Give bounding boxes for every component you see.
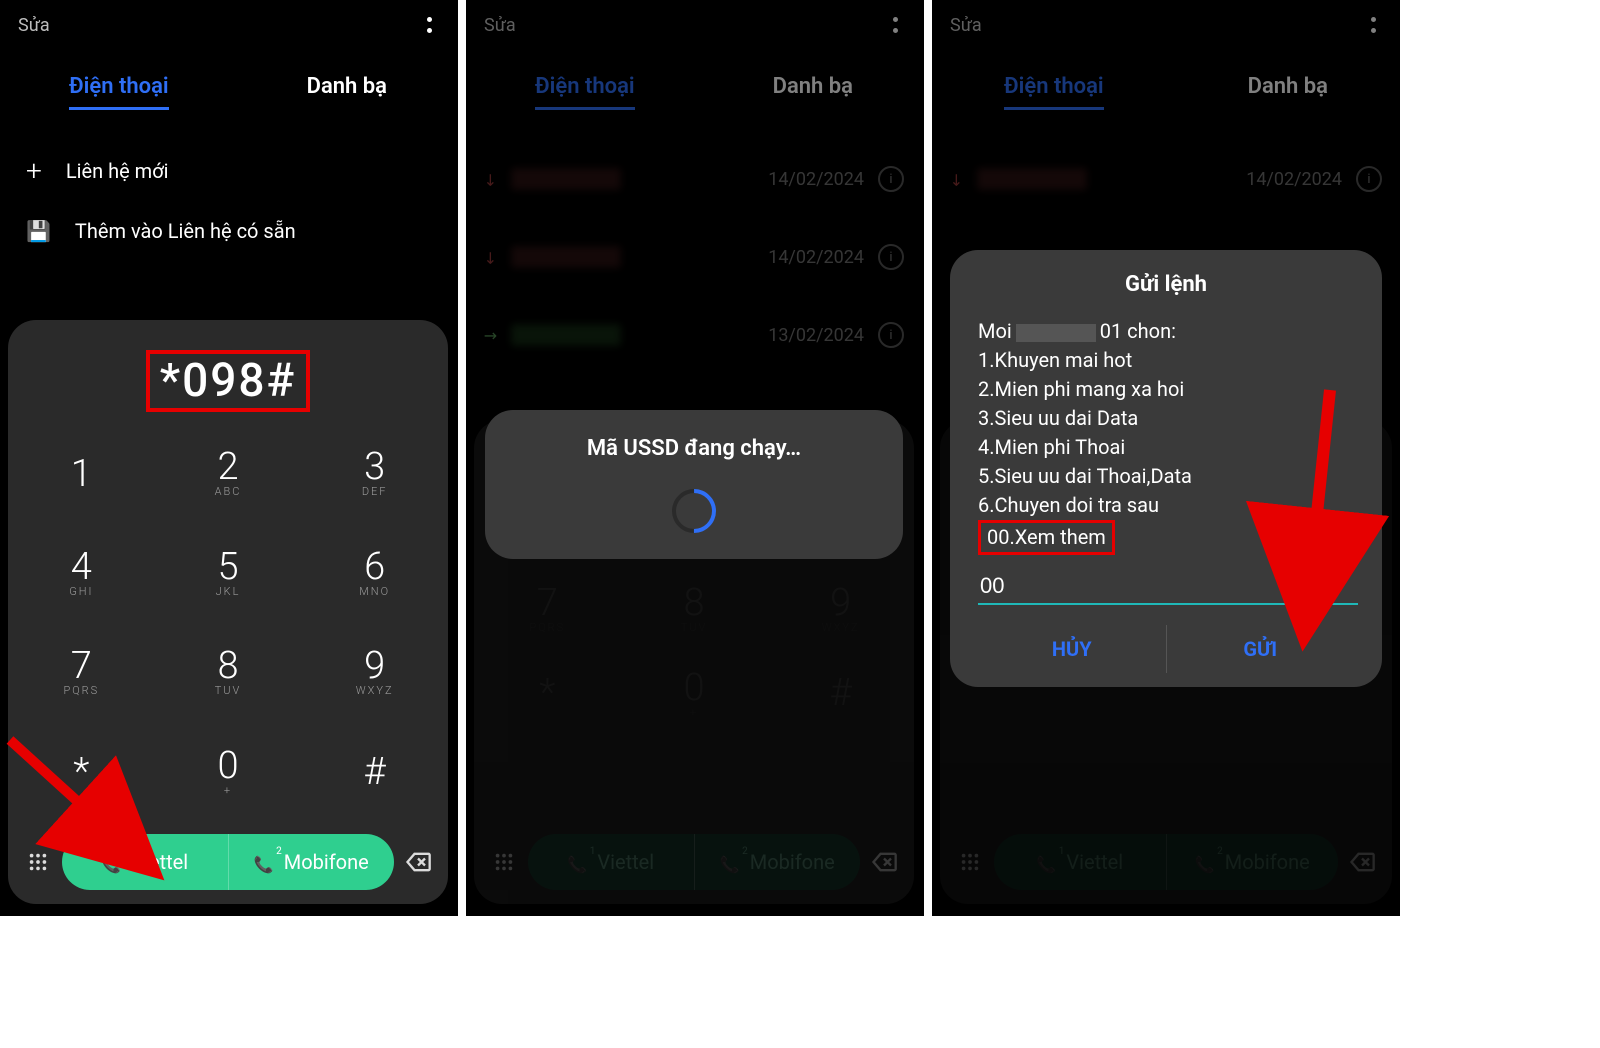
- more-icon[interactable]: [1364, 10, 1382, 40]
- call-log-row[interactable]: ↘ 14/02/2024 i: [946, 140, 1386, 218]
- call-date: 13/02/2024: [768, 325, 864, 346]
- dial-display: *098#: [8, 320, 448, 422]
- phone-screen-2: Sửa Điện thoại Danh bạ ↘ 14/02/2024 i ↘ 14/…: [466, 0, 922, 916]
- info-icon[interactable]: i: [878, 166, 904, 192]
- phone-screen-3: Sửa Điện thoại Danh bạ ↘14/02/2024i 7PQR…: [932, 0, 1400, 916]
- key-2[interactable]: 2ABC: [155, 422, 302, 522]
- new-contact-label: Liên hệ mới: [66, 159, 169, 183]
- contact-name-redacted: [977, 168, 1087, 190]
- key-6[interactable]: 6MNO: [301, 522, 448, 622]
- incoming-icon: ↘: [945, 168, 968, 191]
- tab-contacts[interactable]: Danh bạ: [773, 74, 853, 110]
- tab-phone[interactable]: Điện thoại: [69, 74, 169, 110]
- call-log-row[interactable]: ↗ 13/02/2024 i: [480, 296, 908, 374]
- call-log-row[interactable]: ↘ 14/02/2024 i: [480, 140, 908, 218]
- cancel-button[interactable]: HỦY: [978, 625, 1166, 673]
- plus-icon: [26, 154, 42, 187]
- ussd-option-highlight: 00.Xem them: [978, 520, 1115, 555]
- call-date: 14/02/2024: [768, 169, 864, 190]
- call-log: ↘ 14/02/2024 i ↘ 14/02/2024 i ↗ 13/02/2024 i: [466, 140, 922, 374]
- ussd-option: 1.Khuyen mai hot: [978, 346, 1354, 375]
- phone-icon: 2: [254, 851, 276, 873]
- ussd-running-dialog: Mã USSD đang chạy…: [485, 410, 903, 559]
- dialed-number: *098#: [146, 350, 311, 412]
- key-7[interactable]: 7PQRS: [8, 621, 155, 721]
- backspace-icon[interactable]: [400, 848, 436, 876]
- edit-link[interactable]: Sửa: [18, 15, 50, 36]
- spinner-icon: [663, 480, 725, 542]
- tab-contacts[interactable]: Danh bạ: [1248, 74, 1328, 110]
- more-icon[interactable]: [420, 10, 438, 40]
- new-contact-row[interactable]: Liên hệ mới: [18, 138, 438, 203]
- contact-name-redacted: [511, 324, 621, 346]
- annotation-arrow: [1270, 380, 1370, 614]
- info-icon[interactable]: i: [878, 322, 904, 348]
- call-log: ↘ 14/02/2024 i: [932, 140, 1400, 218]
- call-button-dimmed: 1Viettel 2Mobifone: [528, 834, 860, 890]
- annotation-arrow: [0, 720, 150, 884]
- key-3[interactable]: 3DEF: [301, 422, 448, 522]
- ussd-running-message: Mã USSD đang chạy…: [587, 436, 801, 461]
- more-icon[interactable]: [886, 10, 904, 40]
- sim2-call[interactable]: 2 Mobifone: [228, 834, 395, 890]
- outgoing-icon: ↗: [479, 324, 502, 347]
- info-icon[interactable]: i: [878, 244, 904, 270]
- save-icon: [26, 219, 51, 243]
- phone-number-redacted: [1016, 324, 1096, 342]
- key-0[interactable]: 0+: [155, 721, 302, 821]
- call-date: 14/02/2024: [1246, 169, 1342, 190]
- ussd-dialog-title: Gửi lệnh: [978, 272, 1354, 297]
- edit-link[interactable]: Sửa: [484, 15, 516, 36]
- tab-contacts[interactable]: Danh bạ: [307, 74, 387, 110]
- contact-name-redacted: [511, 168, 621, 190]
- incoming-icon: ↘: [479, 246, 502, 269]
- key-4[interactable]: 4GHI: [8, 522, 155, 622]
- call-date: 14/02/2024: [768, 247, 864, 268]
- key-5[interactable]: 5JKL: [155, 522, 302, 622]
- sim2-label: Mobifone: [284, 850, 369, 874]
- phone-screen-1: Sửa Điện thoại Danh bạ Liên hệ mới Thêm …: [0, 0, 456, 916]
- tab-phone[interactable]: Điện thoại: [535, 74, 635, 110]
- add-existing-label: Thêm vào Liên hệ có sẵn: [75, 219, 296, 243]
- key-1[interactable]: 1: [8, 422, 155, 522]
- call-log-row[interactable]: ↘ 14/02/2024 i: [480, 218, 908, 296]
- screenshots-container: Sửa Điện thoại Danh bạ Liên hệ mới Thêm …: [0, 0, 1400, 916]
- key-hash[interactable]: #: [301, 721, 448, 821]
- add-existing-row[interactable]: Thêm vào Liên hệ có sẵn: [18, 203, 438, 259]
- incoming-icon: ↘: [479, 168, 502, 191]
- tab-phone[interactable]: Điện thoại: [1004, 74, 1104, 110]
- edit-link[interactable]: Sửa: [950, 15, 982, 36]
- info-icon[interactable]: i: [1356, 166, 1382, 192]
- send-button[interactable]: GỬI: [1166, 625, 1355, 673]
- contact-name-redacted: [511, 246, 621, 268]
- key-8[interactable]: 8TUV: [155, 621, 302, 721]
- backspace-icon: [866, 848, 902, 876]
- keypad-toggle-icon: [486, 851, 522, 873]
- key-9[interactable]: 9WXYZ: [301, 621, 448, 721]
